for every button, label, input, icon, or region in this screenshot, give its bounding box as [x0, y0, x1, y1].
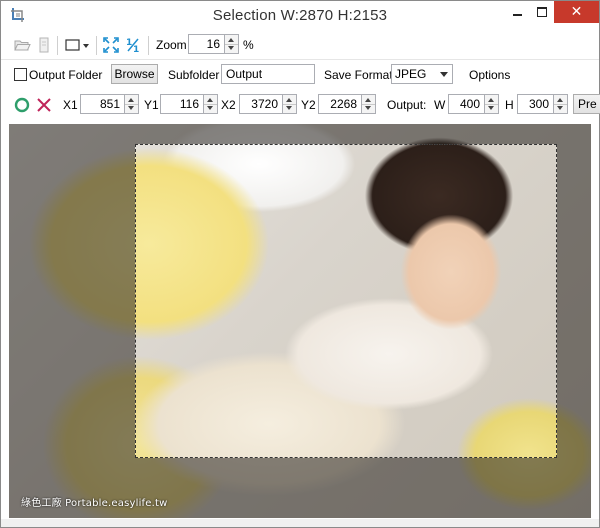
cancel-x-icon[interactable] [35, 96, 53, 114]
preview-button[interactable]: Pre [573, 94, 600, 114]
x1-label: X1 [63, 98, 78, 112]
toolbar-separator [96, 36, 97, 55]
main-toolbar: 1 1 Zoom 16 % [1, 31, 599, 60]
open-folder-icon[interactable] [13, 36, 31, 54]
fit-to-window-icon[interactable] [102, 36, 120, 54]
zoom-unit: % [243, 38, 254, 52]
x1-input[interactable]: 851 [80, 94, 125, 114]
app-window: Selection W:2870 H:2153 ✕ 1 1 Zoom 16 % … [0, 0, 600, 528]
save-format-label: Save Format [324, 68, 393, 82]
stepper-up-icon[interactable] [557, 98, 563, 102]
stepper-up-icon[interactable] [207, 98, 213, 102]
stepper-up-icon[interactable] [228, 38, 234, 42]
y1-label: Y1 [144, 98, 159, 112]
maximize-button[interactable] [528, 1, 556, 23]
save-format-select[interactable]: JPEG [391, 64, 453, 84]
stepper-down-icon[interactable] [557, 106, 563, 110]
y1-stepper[interactable] [204, 94, 218, 114]
crop-selection-rectangle[interactable] [135, 144, 557, 458]
stepper-down-icon[interactable] [365, 106, 371, 110]
accept-circle-icon[interactable] [13, 96, 31, 114]
toolbar-separator [148, 36, 149, 55]
stepper-down-icon[interactable] [488, 106, 494, 110]
output-options-bar: Output Folder Browse Subfolder Output Sa… [1, 61, 599, 89]
output-height-input[interactable]: 300 [517, 94, 554, 114]
title-bar: Selection W:2870 H:2153 ✕ [1, 1, 599, 30]
stepper-up-icon[interactable] [365, 98, 371, 102]
selection-shape-dropdown-icon[interactable] [64, 36, 92, 54]
subfolder-input[interactable]: Output [221, 64, 315, 84]
stepper-down-icon[interactable] [207, 106, 213, 110]
dimmed-region-top [9, 124, 591, 144]
toolbar-separator [57, 36, 58, 55]
output-width-label: W [434, 98, 446, 112]
output-height-stepper[interactable] [554, 94, 568, 114]
output-height-label: H [505, 98, 514, 112]
stepper-down-icon[interactable] [286, 106, 292, 110]
image-canvas[interactable]: 綠色工廠 Portable.easylife.tw [9, 124, 591, 518]
output-size-label: Output: [387, 98, 427, 112]
save-format-value: JPEG [395, 67, 427, 81]
actual-size-icon[interactable]: 1 1 [124, 36, 142, 54]
y1-input[interactable]: 116 [160, 94, 204, 114]
y2-stepper[interactable] [362, 94, 376, 114]
x2-input[interactable]: 3720 [239, 94, 283, 114]
x2-label: X2 [221, 98, 236, 112]
minimize-button[interactable] [503, 1, 531, 23]
zoom-label: Zoom [156, 38, 187, 52]
zoom-stepper[interactable] [225, 34, 239, 54]
x2-stepper[interactable] [283, 94, 297, 114]
stepper-up-icon[interactable] [488, 98, 494, 102]
status-bar [1, 519, 599, 527]
browse-button[interactable]: Browse [111, 64, 158, 84]
stepper-down-icon[interactable] [228, 46, 234, 50]
stepper-up-icon[interactable] [128, 98, 134, 102]
dimmed-region-left [9, 144, 135, 458]
stepper-up-icon[interactable] [286, 98, 292, 102]
output-width-input[interactable]: 400 [448, 94, 485, 114]
options-button[interactable]: Options [469, 68, 510, 82]
watermark-text: 綠色工廠 Portable.easylife.tw [21, 498, 168, 509]
output-folder-label[interactable]: Output Folder [29, 68, 102, 82]
output-width-stepper[interactable] [485, 94, 499, 114]
y2-input[interactable]: 2268 [318, 94, 362, 114]
zoom-input[interactable]: 16 [188, 34, 225, 54]
selection-bar: X1 851 Y1 116 X2 3720 Y2 2268 Output: W … [1, 91, 600, 119]
save-icon[interactable] [35, 36, 53, 54]
dimmed-region-right [557, 144, 591, 458]
subfolder-label: Subfolder [168, 68, 220, 82]
chevron-down-icon [440, 72, 448, 77]
y2-label: Y2 [301, 98, 316, 112]
close-button[interactable]: ✕ [554, 1, 599, 23]
svg-text:1: 1 [133, 45, 139, 54]
close-icon: ✕ [570, 4, 583, 20]
output-folder-checkbox[interactable] [14, 68, 27, 81]
stepper-down-icon[interactable] [128, 106, 134, 110]
x1-stepper[interactable] [125, 94, 139, 114]
dimmed-region-bottom [9, 458, 591, 518]
